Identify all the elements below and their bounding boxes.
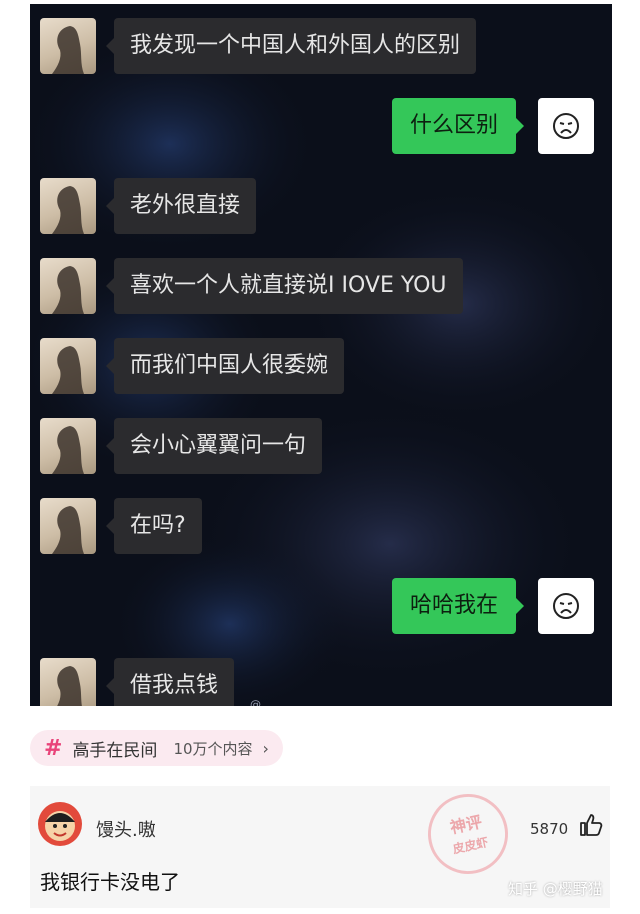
chat-message-left: 借我点钱 (30, 658, 612, 706)
avatar[interactable] (38, 802, 82, 846)
topic-title: 高手在民间 (72, 740, 158, 761)
zhihu-watermark: 知乎 @樱野猫 (508, 880, 603, 898)
chat-message-left: 而我们中国人很委婉 (30, 338, 612, 394)
comment-text: 我银行卡没电了 (40, 870, 180, 894)
message-bubble: 老外很直接 (105, 178, 257, 234)
chat-message-right: 哈哈我在 (30, 578, 612, 634)
friend-avatar (40, 498, 96, 554)
message-bubble-self: 哈哈我在 (392, 578, 525, 634)
chat-message-left: 我发现一个中国人和外国人的区别 (30, 18, 612, 74)
message-bubble: 喜欢一个人就直接说I IOVE YOU (106, 258, 463, 314)
chat-message-left: 喜欢一个人就直接说I IOVE YOU (30, 258, 612, 314)
friend-avatar (40, 338, 96, 394)
hashtag-icon: # (44, 735, 63, 761)
topic-tag[interactable]: # 高手在民间 10万个内容 › (30, 730, 283, 766)
like-count: 5870 (530, 820, 569, 838)
friend-avatar (40, 418, 96, 474)
message-bubble: 会小心翼翼问一句 (105, 418, 323, 474)
chat-message-right: 什么区别 (30, 98, 612, 154)
crying-face-icon (538, 98, 594, 154)
message-bubble: 在吗? (106, 498, 202, 554)
message-bubble: 我发现一个中国人和外国人的区别 (105, 18, 477, 74)
crying-face-icon (538, 578, 594, 634)
friend-avatar (40, 178, 96, 234)
message-bubble: 借我点钱 (105, 658, 235, 706)
chat-message-left: 在吗? (30, 498, 612, 554)
friend-avatar (40, 658, 96, 706)
friend-avatar (40, 258, 96, 314)
topic-count: 10万个内容 (173, 739, 253, 758)
chevron-right-icon: › (262, 738, 269, 758)
message-bubble: 而我们中国人很委婉 (105, 338, 345, 394)
comment-username[interactable]: 馒头.嗷 (96, 816, 156, 842)
friend-avatar (40, 18, 96, 74)
hot-comment-stamp: 神评 皮皮虾 (420, 786, 516, 882)
chat-screenshot: 我发现一个中国人和外国人的区别 什么区别 老外很直接 喜欢一个人就直接说I IO… (30, 4, 612, 706)
message-bubble-self: 什么区别 (392, 98, 525, 154)
watermark: @ (250, 698, 261, 706)
thumbs-up-icon[interactable] (578, 812, 604, 838)
chat-message-left: 老外很直接 (30, 178, 612, 234)
chat-message-left: 会小心翼翼问一句 (30, 418, 612, 474)
